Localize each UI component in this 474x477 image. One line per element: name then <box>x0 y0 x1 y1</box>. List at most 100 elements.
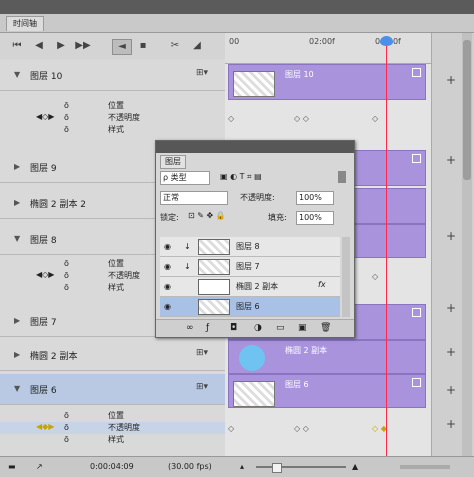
clip-end-handle[interactable] <box>412 154 421 163</box>
add-media-icon[interactable]: + <box>446 153 456 167</box>
stopwatch-icon[interactable]: ō <box>64 101 69 110</box>
clip-end-handle[interactable] <box>412 308 421 317</box>
split-button[interactable]: ✂ <box>166 39 184 53</box>
adjustment-icon[interactable]: ◑ <box>254 323 262 333</box>
folder-icon[interactable]: ▭ <box>276 323 285 333</box>
stopwatch-icon[interactable]: ō <box>64 283 69 292</box>
horizontal-scrollbar[interactable] <box>400 465 450 469</box>
filter-icons[interactable]: ▣ ◐ T ⌗ ▤ <box>220 172 262 182</box>
audio-button[interactable]: ◄ <box>112 39 132 55</box>
layer-row-ellipse-copy[interactable]: ▶ 椭圆 2 副本 ⊞▾ <box>0 340 225 371</box>
collapse-triangle-icon[interactable]: ▶ <box>14 198 20 207</box>
layers-panel-item-selected[interactable]: ◉ 图层 6 <box>160 297 340 317</box>
keyframe-icon[interactable]: ◇ ◇ <box>294 424 309 433</box>
zoom-slider-thumb[interactable] <box>272 463 282 473</box>
layers-panel-header[interactable] <box>156 141 354 153</box>
tab-timeline[interactable]: 时间轴 <box>6 16 44 31</box>
filter-kind-select[interactable]: ρ 类型 <box>160 171 210 185</box>
keyframe-icon[interactable]: ◇ <box>372 114 378 123</box>
layer-row-6[interactable]: ▼ 图层 6 ⊞▾ <box>0 374 225 405</box>
render-icon[interactable]: ▬ <box>8 462 16 471</box>
clip-label: 椭圆 2 副本 <box>285 346 328 355</box>
blend-mode-select[interactable]: 正常 <box>160 191 228 205</box>
stopwatch-icon[interactable]: ō <box>64 411 69 420</box>
add-media-icon[interactable]: + <box>446 301 456 315</box>
prev-frame-button[interactable]: ◀ <box>30 39 48 53</box>
eye-icon[interactable]: ◉ <box>164 282 171 291</box>
keyframe-icon[interactable]: ◇ <box>228 424 234 433</box>
stopwatch-icon[interactable]: ō <box>64 259 69 268</box>
stopwatch-icon[interactable]: ō <box>64 423 69 432</box>
layers-panel-item[interactable]: ◉ ↓ 图层 8 <box>160 237 340 257</box>
stopwatch-icon[interactable]: ō <box>64 113 69 122</box>
layers-panel-footer: ∞ ƒ ◘ ◑ ▭ ▣ 🗑 <box>156 319 354 337</box>
time-ruler[interactable]: 00 02:00f 04:00f <box>225 33 431 64</box>
keyframe-selected-icon[interactable]: ◇ ◆ <box>372 424 387 433</box>
new-layer-icon[interactable]: ▣ <box>298 323 307 333</box>
keyframe-nav-icon[interactable]: ◀◆▶ <box>36 422 54 431</box>
layer-name: 图层 6 <box>236 302 260 311</box>
film-icon[interactable]: ⊞▾ <box>196 382 208 392</box>
convert-icon[interactable]: ↗ <box>36 462 43 471</box>
trash-icon[interactable]: 🗑 <box>320 323 331 333</box>
collapse-triangle-icon[interactable]: ▶ <box>14 316 20 325</box>
add-media-icon[interactable]: + <box>446 383 456 397</box>
lock-label: 锁定: <box>160 213 179 222</box>
clip-layer-6[interactable]: 图层 6 <box>228 374 426 408</box>
lock-row: 锁定: ⊡ ✎ ✥ 🔒 填充: 100% <box>160 209 350 226</box>
film-icon[interactable]: ⊞▾ <box>196 348 208 358</box>
expand-triangle-icon[interactable]: ▼ <box>14 384 20 393</box>
stopwatch-icon[interactable]: ō <box>64 435 69 444</box>
mask-icon[interactable]: ◘ <box>230 323 237 333</box>
layers-panel-item[interactable]: ◉ 椭圆 2 副本 fx <box>160 277 340 297</box>
keyframe-icon[interactable]: ◇ <box>372 272 378 281</box>
zoom-out-icon[interactable]: ▴ <box>240 462 244 471</box>
settings-button[interactable]: ▪ <box>134 39 152 53</box>
layers-panel-scrollbar[interactable] <box>342 237 350 317</box>
clip-ellipse-copy[interactable]: 椭圆 2 副本 <box>228 340 426 374</box>
add-media-icon[interactable]: + <box>446 229 456 243</box>
zoom-slider-track[interactable] <box>256 466 346 468</box>
filter-toggle[interactable] <box>338 171 346 183</box>
opacity-field[interactable]: 100% <box>296 191 334 205</box>
expand-triangle-icon[interactable]: ▼ <box>14 234 20 243</box>
eye-icon[interactable]: ◉ <box>164 242 171 251</box>
layer-row-10[interactable]: ▼ 图层 10 ⊞▾ <box>0 60 225 91</box>
eye-icon[interactable]: ◉ <box>164 302 171 311</box>
clip-end-handle[interactable] <box>412 68 421 77</box>
collapse-triangle-icon[interactable]: ▶ <box>14 162 20 171</box>
layers-panel-item[interactable]: ◉ ↓ 图层 7 <box>160 257 340 277</box>
fx-icon[interactable]: ƒ <box>206 323 209 333</box>
keyframe-icon[interactable]: ◇ <box>228 114 234 123</box>
zoom-in-icon[interactable]: ▲ <box>352 462 358 471</box>
transition-button[interactable]: ◢ <box>188 39 206 53</box>
stopwatch-icon[interactable]: ō <box>64 271 69 280</box>
clip-end-handle[interactable] <box>412 378 421 387</box>
scrollbar-thumb[interactable] <box>463 40 471 180</box>
next-frame-button[interactable]: ▶▶ <box>74 39 92 53</box>
tab-layers[interactable]: 图层 <box>160 155 186 169</box>
keyframe-nav-icon[interactable]: ◀◇▶ <box>36 270 54 279</box>
collapse-triangle-icon[interactable]: ▶ <box>14 350 20 359</box>
clip-layer-10[interactable]: 图层 10 <box>228 64 426 100</box>
playhead[interactable] <box>386 38 387 456</box>
keyframe-icon[interactable]: ◇ ◇ <box>294 114 309 123</box>
add-media-icon[interactable]: + <box>446 345 456 359</box>
opacity-label: 不透明度: <box>240 193 275 202</box>
layer-name: 图层 10 <box>30 72 63 82</box>
first-frame-button[interactable]: ⏮ <box>8 39 26 53</box>
add-media-icon[interactable]: + <box>446 73 456 87</box>
keyframe-nav-icon[interactable]: ◀◇▶ <box>36 112 54 121</box>
play-button[interactable]: ▶ <box>52 39 70 53</box>
link-layers-icon[interactable]: ∞ <box>186 323 194 333</box>
add-media-icon[interactable]: + <box>446 417 456 431</box>
eye-icon[interactable]: ◉ <box>164 262 171 271</box>
expand-triangle-icon[interactable]: ▼ <box>14 70 20 79</box>
lock-icons[interactable]: ⊡ ✎ ✥ 🔒 <box>188 211 226 220</box>
film-icon[interactable]: ⊞▾ <box>196 68 208 78</box>
stopwatch-icon[interactable]: ō <box>64 125 69 134</box>
playhead-handle[interactable] <box>380 36 393 46</box>
ellipse-thumbnail <box>239 345 265 371</box>
fill-field[interactable]: 100% <box>296 211 334 225</box>
fx-icon[interactable]: fx <box>318 280 326 289</box>
